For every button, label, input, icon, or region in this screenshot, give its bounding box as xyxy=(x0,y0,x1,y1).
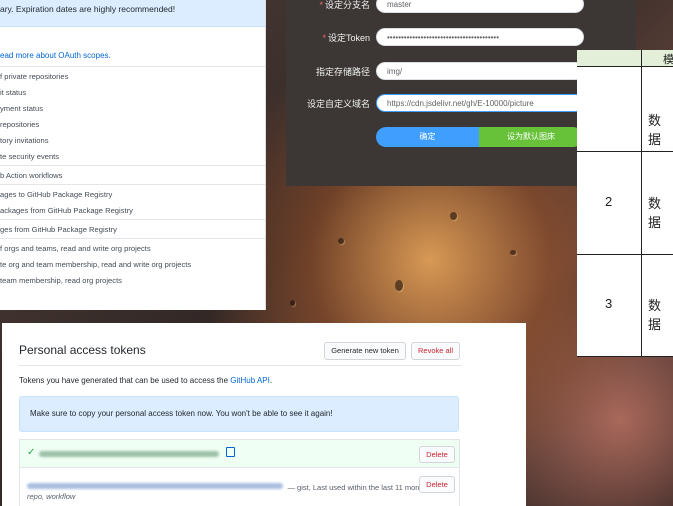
field-label: * 设定分支名 xyxy=(319,0,370,11)
confirm-button[interactable]: 确定 xyxy=(376,127,479,147)
water-drop xyxy=(450,212,457,220)
scope-item: b Action workflows xyxy=(0,171,63,180)
scope-item: f orgs and teams, read and write org pro… xyxy=(0,244,151,253)
scope-item: tory invitations xyxy=(0,136,49,145)
token-description: — gist, Last used within the last 11 mon… xyxy=(27,477,429,495)
token-row-new: ✓ Delete xyxy=(19,439,460,468)
table-header-text: 模 xyxy=(663,54,673,66)
water-drop xyxy=(510,250,516,255)
scope-group: ges from GitHub Package Registry xyxy=(0,219,265,238)
token-row: — gist, Last used within the last 11 mon… xyxy=(19,468,460,506)
scope-item: yment status xyxy=(0,104,44,113)
scope-item: it status xyxy=(0,88,27,97)
row-cell: 数据 xyxy=(648,196,662,230)
row-cell: 数据 xyxy=(648,298,662,332)
water-drop xyxy=(338,238,344,244)
custom-domain-input[interactable]: https://cdn.jsdelivr.net/gh/E-10000/pict… xyxy=(376,94,584,112)
page-title: Personal access tokens xyxy=(19,343,146,357)
row-number: 3 xyxy=(605,296,613,311)
field-label-text: 设定分支名 xyxy=(324,0,370,10)
field-label-text: 设定Token xyxy=(327,33,370,43)
revoke-all-button[interactable]: Revoke all xyxy=(411,342,460,360)
field-label-text: 指定存储路径 xyxy=(315,67,370,77)
oauth-scopes-link[interactable]: ead more about OAuth scopes. xyxy=(0,51,265,60)
delete-button[interactable]: Delete xyxy=(419,446,455,463)
scope-item: ages to GitHub Package Registry xyxy=(0,190,113,199)
water-drop xyxy=(395,280,403,291)
scope-item: team membership, read org projects xyxy=(0,276,122,285)
field-label: 指定存储路径 xyxy=(316,65,370,78)
scope-group: f private repositories it status yment sta… xyxy=(0,66,265,165)
github-api-link[interactable]: GitHub API xyxy=(230,376,270,385)
token-value-blurred xyxy=(39,451,219,457)
divider xyxy=(19,365,461,366)
tokens-description: Tokens you have generated that can be us… xyxy=(19,376,272,385)
data-table: 模 数据 2 数据 3 数据 xyxy=(577,50,673,357)
description-text: Tokens you have generated that can be us… xyxy=(19,376,231,385)
table-row: 3 数据 xyxy=(577,254,673,357)
check-icon: ✓ xyxy=(27,447,36,458)
delete-button[interactable]: Delete xyxy=(419,476,455,493)
copy-icon[interactable] xyxy=(226,447,235,457)
required-asterisk: * xyxy=(319,0,323,10)
description-period: . xyxy=(269,376,273,385)
field-label: 设定自定义域名 xyxy=(307,97,370,110)
table-header: 模 xyxy=(577,50,673,67)
copy-token-flash: Make sure to copy your personal access t… xyxy=(19,396,459,432)
generate-new-token-button[interactable]: Generate new token xyxy=(324,342,406,360)
row-number: 2 xyxy=(605,194,613,209)
token-input[interactable]: •••••••••••••••••••••••••••••••••••••••• xyxy=(376,28,584,46)
scope-list: f private repositories it status yment sta… xyxy=(0,66,265,289)
scope-item: ackages from GitHub Package Registry xyxy=(0,206,133,215)
table-row: 数据 xyxy=(577,67,673,152)
scope-item: repositories xyxy=(0,120,40,129)
scope-group: f orgs and teams, read and write org pro… xyxy=(0,238,265,289)
scope-item: f private repositories xyxy=(0,72,69,81)
token-meta: — gist, Last used within the last 11 mon… xyxy=(287,483,430,492)
table-row: 2 数据 xyxy=(577,152,673,255)
token-scopes: repo, workflow xyxy=(27,492,76,501)
required-asterisk: * xyxy=(322,33,326,43)
field-label: * 设定Token xyxy=(322,31,370,44)
set-default-button[interactable]: 设为默认图床 xyxy=(479,127,583,147)
expiration-warning: ary. Expiration dates are highly recomme… xyxy=(0,0,265,27)
personal-access-tokens-panel: Personal access tokens Generate new toke… xyxy=(2,323,526,506)
branch-input[interactable]: master xyxy=(376,0,584,13)
token-name-blurred[interactable] xyxy=(27,482,283,489)
form-row: * 设定分支名 master xyxy=(286,0,636,15)
scope-item: te security events xyxy=(0,152,60,161)
water-drop xyxy=(290,300,295,306)
scope-item: ges from GitHub Package Registry xyxy=(0,225,117,234)
scope-group: b Action workflows xyxy=(0,165,265,184)
row-cell: 数据 xyxy=(648,113,662,147)
scope-item: te org and team membership, read and wri… xyxy=(0,260,192,269)
field-label-text: 设定自定义域名 xyxy=(306,99,370,109)
path-input[interactable]: img/ xyxy=(376,62,584,80)
scope-group: ages to GitHub Package Registry ackages f… xyxy=(0,184,265,219)
oauth-scopes-panel: ary. Expiration dates are highly recomme… xyxy=(0,0,266,310)
form-row: * 设定Token ••••••••••••••••••••••••••••••••… xyxy=(286,28,636,48)
